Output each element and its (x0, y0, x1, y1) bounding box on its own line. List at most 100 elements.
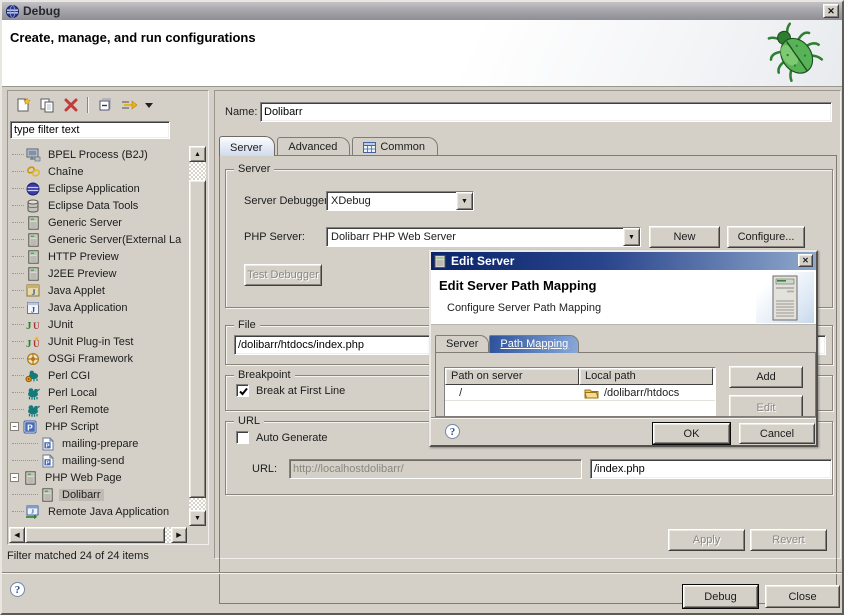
path-mapping-row[interactable]: //dolibarr/htdocs (445, 385, 715, 401)
svg-text:J: J (31, 288, 35, 297)
tree-item-j2ee-preview[interactable]: J2EE Preview (10, 265, 188, 282)
edit-server-titlebar[interactable]: Edit Server ✕ (431, 252, 816, 270)
revert-button[interactable]: Revert (750, 529, 827, 551)
tree-item-perl-remote[interactable]: Perl Remote (10, 401, 188, 418)
scroll-up-button[interactable]: ▲ (189, 146, 206, 162)
tree-connector (12, 171, 24, 172)
edit-mapping-button[interactable]: Edit (729, 395, 803, 417)
debug-configurations-window: Debug ✕ Create, manage, and run configur… (0, 0, 844, 615)
tree-item-java-applet[interactable]: JJava Applet (10, 282, 188, 299)
php-icon: P (22, 419, 38, 434)
chevron-down-icon[interactable]: ▼ (456, 192, 473, 210)
auto-generate-checkbox[interactable] (236, 431, 249, 444)
server-debugger-combobox[interactable]: XDebug ▼ (326, 191, 474, 211)
svg-text:U: U (33, 321, 40, 331)
svg-text:U: U (33, 339, 40, 349)
filter-input[interactable] (10, 121, 170, 139)
tree-item-java-application[interactable]: JJava Application (10, 299, 188, 316)
tree-item-mailing-prepare[interactable]: Pmailing-prepare (10, 435, 188, 452)
svg-text:J: J (31, 509, 34, 515)
configure-button[interactable]: Configure... (727, 226, 805, 248)
tree-item-php-web-page[interactable]: − PHP Web Page (10, 469, 188, 486)
window-titlebar[interactable]: Debug ✕ (2, 2, 842, 20)
tree-item-mailing-send[interactable]: Pmailing-send (10, 452, 188, 469)
column-header-local-path[interactable]: Local path (579, 368, 713, 385)
scroll-right-button[interactable]: ▶ (171, 527, 187, 543)
window-title: Debug (23, 4, 60, 18)
chevron-down-icon[interactable]: ▼ (623, 228, 640, 246)
tree-item-php-script[interactable]: −PPHP Script (10, 418, 188, 435)
applet-icon: J (25, 283, 41, 298)
column-header-path-on-server[interactable]: Path on server (445, 368, 579, 385)
tree-item-perl-local[interactable]: Perl Local (10, 384, 188, 401)
debug-button[interactable]: Debug (683, 585, 758, 608)
collapse-all-icon[interactable] (95, 96, 115, 114)
php-server-combobox[interactable]: Dolibarr PHP Web Server ▼ (326, 227, 641, 247)
tree-item-label: mailing-prepare (59, 438, 141, 450)
scroll-left-button[interactable]: ◀ (9, 527, 25, 543)
url-label: URL: (252, 463, 277, 475)
filter-icon[interactable] (119, 96, 139, 114)
tab-advanced[interactable]: Advanced (277, 137, 350, 155)
tree-item-bpel-process-b2j[interactable]: BPEL Process (B2J) (10, 146, 188, 163)
close-button[interactable]: Close (765, 585, 840, 608)
tree-connector (12, 392, 24, 393)
collapse-toggle-icon[interactable]: − (10, 473, 19, 482)
new-server-button[interactable]: New (649, 226, 720, 248)
scroll-down-button[interactable]: ▼ (189, 510, 206, 526)
tree-item-cha-ne[interactable]: Chaîne (10, 163, 188, 180)
eclipse-icon (25, 181, 41, 196)
url-base-input[interactable] (289, 459, 582, 479)
tree-item-eclipse-data-tools[interactable]: Eclipse Data Tools (10, 197, 188, 214)
break-first-line-checkbox[interactable] (236, 384, 249, 397)
tree-item-junit[interactable]: JUJUnit (10, 316, 188, 333)
ok-button[interactable]: OK (653, 423, 730, 444)
tree-item-remote-java-application[interactable]: J Remote Java Application (10, 503, 188, 520)
tree-item-label: J2EE Preview (45, 268, 119, 280)
page-title: Create, manage, and run configurations (10, 30, 256, 45)
tree-item-generic-server[interactable]: Generic Server (10, 214, 188, 231)
tree-item-eclipse-application[interactable]: Eclipse Application (10, 180, 188, 197)
new-config-icon[interactable] (13, 96, 33, 114)
tree-item-osgi-framework[interactable]: OSGi Framework (10, 350, 188, 367)
dialog-help-icon[interactable]: ? (445, 424, 460, 439)
help-icon[interactable]: ? (10, 582, 25, 597)
add-mapping-button[interactable]: Add (729, 366, 803, 388)
tab-path-mapping[interactable]: Path Mapping (489, 335, 579, 353)
edit-server-close-button[interactable]: ✕ (798, 254, 813, 267)
collapse-toggle-icon[interactable]: − (10, 422, 19, 431)
tree-item-label: Perl CGI (45, 370, 93, 382)
url-path-input[interactable] (590, 459, 832, 479)
test-debugger-button[interactable]: Test Debugger (244, 264, 322, 286)
name-input[interactable] (260, 102, 832, 122)
tree-item-junit-plug-in-test[interactable]: JUJUnit Plug-in Test (10, 333, 188, 350)
php-server-label: PHP Server: (244, 231, 305, 243)
table-icon (363, 142, 376, 153)
tree-item-dolibarr[interactable]: Dolibarr (10, 486, 188, 503)
window-close-button[interactable]: ✕ (823, 4, 839, 18)
tree-connector (12, 409, 24, 410)
tree-item-label: Remote Java Application (45, 506, 172, 518)
hscroll-thumb[interactable] (25, 527, 165, 543)
tree-item-label: PHP Web Page (42, 472, 125, 484)
server-tower-icon (756, 272, 814, 323)
break-first-line-label: Break at First Line (256, 385, 345, 397)
vscroll-thumb[interactable] (189, 180, 206, 498)
local-path-cell: /dolibarr/htdocs (579, 385, 713, 400)
delete-icon[interactable] (61, 96, 81, 114)
file-group-title: File (234, 319, 260, 331)
remote-java-icon: J (25, 504, 41, 519)
server-icon (25, 266, 41, 281)
tab-server-settings[interactable]: Server (435, 335, 489, 352)
apply-button[interactable]: Apply (668, 529, 745, 551)
cancel-button[interactable]: Cancel (739, 423, 815, 444)
perl-icon (25, 402, 41, 417)
tree-item-http-preview[interactable]: HTTP Preview (10, 248, 188, 265)
tree-item-generic-server-external-la[interactable]: Generic Server(External La (10, 231, 188, 248)
tab-server[interactable]: Server (219, 136, 275, 156)
tree-item-perl-cgi[interactable]: Perl CGI (10, 367, 188, 384)
tree-connector (12, 341, 24, 342)
duplicate-icon[interactable] (37, 96, 57, 114)
tab-common[interactable]: Common (352, 137, 438, 155)
menu-arrow-icon[interactable] (143, 96, 155, 114)
